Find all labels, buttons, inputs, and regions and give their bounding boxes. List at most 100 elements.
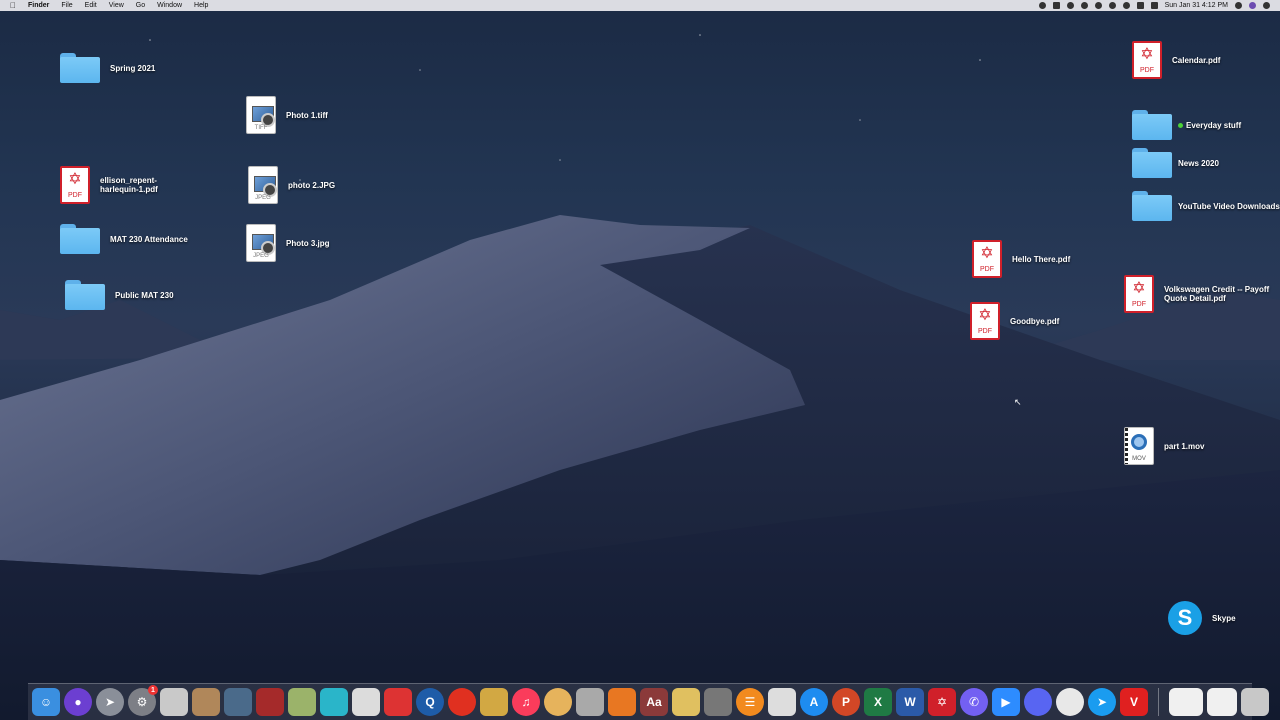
dock-minimized-window-icon[interactable]	[1169, 688, 1203, 716]
file-ext-label: PDF	[68, 192, 82, 199]
time-machine-icon[interactable]	[1094, 2, 1102, 9]
volume-icon[interactable]	[1150, 2, 1158, 9]
bluetooth-icon[interactable]	[1108, 2, 1116, 9]
notification-badge: 1	[148, 685, 158, 695]
menu-clock[interactable]: Sun Jan 31 4:12 PM	[1165, 2, 1228, 9]
dock-dictionary-icon[interactable]: Aa	[640, 688, 668, 716]
desktop-file-photo3-jpg[interactable]: JPEG Photo 3.jpg	[246, 224, 330, 262]
desktop-file-ellison-pdf[interactable]: ✡ PDF ellison_repent- harlequin-1.pdf	[60, 166, 158, 204]
desktop-file-photo1-tiff[interactable]: TIFF Photo 1.tiff	[246, 96, 328, 134]
dock-scanner-icon[interactable]	[160, 688, 188, 716]
dock-chrome-icon[interactable]	[1056, 688, 1084, 716]
dock-preview-icon[interactable]	[224, 688, 252, 716]
battery-icon[interactable]	[1136, 2, 1144, 9]
desktop-file-calendar-pdf[interactable]: ✡ PDF Calendar.pdf	[1132, 41, 1220, 79]
dock-viber-icon[interactable]: ✆	[960, 688, 988, 716]
dock-capture-icon[interactable]	[352, 688, 380, 716]
pdf-file-icon: ✡ PDF	[1124, 275, 1154, 313]
dock-cycling-icon[interactable]	[448, 688, 476, 716]
pdf-file-icon: ✡ PDF	[1132, 41, 1162, 79]
folder-icon	[1132, 191, 1172, 221]
status-icon[interactable]	[1066, 2, 1074, 9]
menu-window[interactable]: Window	[157, 2, 182, 9]
dock-zoom-icon[interactable]: ▶	[992, 688, 1020, 716]
dock-music-icon[interactable]: ♫	[512, 688, 540, 716]
desktop-file-hello-there-pdf[interactable]: ✡ PDF Hello There.pdf	[972, 240, 1070, 278]
folder-icon	[65, 280, 105, 310]
dock-frame-icon[interactable]	[320, 688, 348, 716]
file-ext-label: PDF	[980, 266, 994, 273]
dock-finder-icon[interactable]: ☺	[32, 688, 60, 716]
dock-dvd-player-icon[interactable]	[384, 688, 412, 716]
dock-excel-icon[interactable]: X	[864, 688, 892, 716]
wifi-icon[interactable]	[1122, 2, 1130, 9]
movie-file-icon: MOV	[1124, 427, 1154, 465]
dock-disk-utility-icon[interactable]	[576, 688, 604, 716]
user-avatar-icon[interactable]	[1249, 2, 1256, 9]
desktop-folder-public-mat230[interactable]: Public MAT 230	[65, 280, 174, 310]
dock-photo-booth-icon[interactable]	[256, 688, 284, 716]
menu-edit[interactable]: Edit	[85, 2, 97, 9]
dock-archive-icon[interactable]	[192, 688, 220, 716]
file-ext-label: JPEG	[253, 253, 269, 259]
dock-matlab-icon[interactable]	[608, 688, 636, 716]
skype-status-icon[interactable]	[1052, 2, 1060, 9]
desktop-icon-label: Calendar.pdf	[1172, 55, 1221, 65]
folder-icon	[1132, 148, 1172, 178]
dock-acrobat-icon[interactable]: ✡	[928, 688, 956, 716]
desktop-file-goodbye-pdf[interactable]: ✡ PDF Goodbye.pdf	[970, 302, 1059, 340]
menu-go[interactable]: Go	[136, 2, 145, 9]
dock-discord-icon[interactable]	[1024, 688, 1052, 716]
desktop-folder-everyday-stuff[interactable]: Everyday stuff	[1132, 110, 1241, 140]
file-ext-label: MOV	[1132, 456, 1146, 462]
dock-siri-icon[interactable]: ●	[64, 688, 92, 716]
dock-pineapple-icon[interactable]	[480, 688, 508, 716]
menu-file[interactable]: File	[61, 2, 72, 9]
dock-app-store-icon[interactable]: A	[800, 688, 828, 716]
acrobat-icon: ✡	[978, 307, 992, 324]
menu-help[interactable]: Help	[194, 2, 208, 9]
dock-vivaldi-icon[interactable]: V	[1120, 688, 1148, 716]
dock-calculator-icon[interactable]	[704, 688, 732, 716]
desktop-folder-mat230-attendance[interactable]: MAT 230 Attendance	[60, 224, 188, 254]
wallpaper	[0, 34, 1280, 720]
menu-app-name[interactable]: Finder	[28, 2, 49, 9]
desktop[interactable]:  Finder File Edit View Go Window Help S…	[0, 0, 1280, 720]
desktop-icon-label: photo 2.JPG	[288, 180, 336, 190]
dock-powerpoint-icon[interactable]: P	[832, 688, 860, 716]
spotlight-icon[interactable]	[1235, 2, 1242, 9]
notification-center-icon[interactable]	[1263, 2, 1270, 9]
desktop-file-photo2-jpg[interactable]: JPEG photo 2.JPG	[248, 166, 335, 204]
quicktime-icon	[1131, 434, 1147, 450]
image-file-icon: JPEG	[246, 224, 276, 262]
folder-icon	[1132, 110, 1172, 140]
status-icon[interactable]	[1038, 2, 1046, 9]
dock-minimized-window-icon[interactable]	[1207, 688, 1237, 716]
desktop-icon-label: News 2020	[1178, 158, 1219, 168]
desktop-folder-youtube-downloads[interactable]: YouTube Video Downloads	[1132, 191, 1280, 221]
dock-word-icon[interactable]: W	[896, 688, 924, 716]
dock-books-icon[interactable]: ☰	[736, 688, 764, 716]
dock-trash-icon[interactable]	[1241, 688, 1269, 716]
dock-maps-icon[interactable]	[288, 688, 316, 716]
dock-launchpad-icon[interactable]: ➤	[96, 688, 124, 716]
desktop-file-volkswagen-pdf[interactable]: ✡ PDF Volkswagen Credit -- Payoff Quote …	[1124, 275, 1269, 313]
desktop-folder-spring-2021[interactable]: Spring 2021	[60, 53, 155, 83]
dock-system-preferences-icon[interactable]: ⚙ 1	[128, 685, 158, 716]
desktop-icon-label: Public MAT 230	[115, 290, 174, 300]
pdf-file-icon: ✡ PDF	[972, 240, 1002, 278]
dock-quicktime-icon[interactable]: Q	[416, 688, 444, 716]
image-file-icon: JPEG	[248, 166, 278, 204]
dock-safari-icon[interactable]: ➤	[1088, 688, 1116, 716]
dock-grapher-icon[interactable]	[672, 688, 700, 716]
menu-view[interactable]: View	[109, 2, 124, 9]
dock-color-palette-icon[interactable]	[544, 688, 572, 716]
dock: ☺ ● ➤ ⚙ 1 Q ♫ Aa ☰ A P X W ✡ ✆ ▶ ➤ V	[28, 683, 1269, 720]
apple-menu-icon[interactable]: 	[10, 1, 16, 10]
dock-kindle-icon[interactable]	[768, 688, 796, 716]
desktop-file-part1-mov[interactable]: MOV part 1.mov	[1124, 427, 1204, 465]
desktop-folder-news-2020[interactable]: News 2020	[1132, 148, 1219, 178]
status-icon[interactable]	[1080, 2, 1088, 9]
desktop-app-skype[interactable]: S Skype	[1168, 601, 1236, 635]
desktop-icon-label: MAT 230 Attendance	[110, 234, 188, 244]
